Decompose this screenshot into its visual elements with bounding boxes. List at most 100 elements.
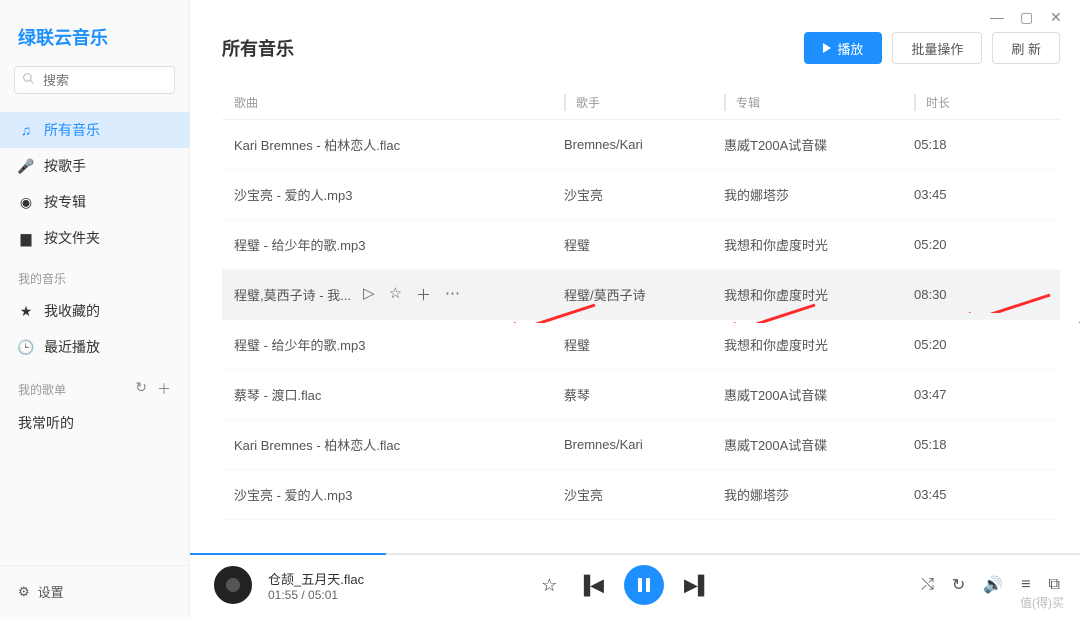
sidebar-item-label: 所有音乐 — [44, 120, 100, 140]
gear-icon: ⚙ — [18, 584, 30, 600]
song-title: Kari Bremnes - 柏林恋人.flac — [234, 135, 400, 154]
next-track-icon[interactable]: ▶▌ — [684, 575, 711, 596]
close-icon[interactable]: ✕ — [1050, 10, 1064, 24]
main-content: 所有音乐 播放 批量操作 刷 新 歌曲 歌手 专辑 时长 Kari Bremne… — [190, 0, 1080, 617]
mini-player-icon[interactable]: ⧉ — [1049, 576, 1060, 594]
section-my-playlist: 我的歌单 ↻ ＋ — [0, 365, 189, 405]
table-row[interactable]: 程璧,莫西子诗 - 我... ▷ ☆ ＋ ⋯ 程璧/莫西子诗 我想和你虚度时光 … — [222, 270, 1060, 320]
more-icon[interactable]: ⋯ — [445, 284, 460, 305]
table-header: 歌曲 歌手 专辑 时长 — [222, 86, 1060, 120]
batch-button[interactable]: 批量操作 — [892, 32, 982, 64]
minimize-icon[interactable]: — — [990, 10, 1004, 24]
table-row[interactable]: Kari Bremnes - 柏林恋人.flac ▷ ☆ ＋ ⋯ Bremnes… — [222, 120, 1060, 170]
song-title: 沙宝亮 - 爱的人.mp3 — [234, 185, 352, 204]
song-title: 程璧 - 给少年的歌.mp3 — [234, 335, 365, 354]
now-playing-title: 仓颉_五月天.flac — [268, 569, 428, 588]
artist-cell: Bremnes/Kari — [564, 137, 724, 152]
volume-icon[interactable]: 🔊 — [983, 575, 1003, 595]
table-row[interactable]: 程璧 - 给少年的歌.mp3 ▷ ☆ ＋ ⋯ 程璧 我想和你虚度时光 05:20 — [222, 320, 1060, 370]
duration-cell: 05:18 — [914, 437, 1024, 452]
album-cell: 我想和你虚度时光 — [724, 335, 914, 354]
play-icon[interactable]: ▷ — [363, 284, 375, 305]
progress-bar[interactable] — [190, 553, 1080, 555]
add-icon[interactable]: ＋ — [416, 284, 431, 305]
prev-track-icon[interactable]: ▐◀ — [577, 575, 604, 596]
settings-button[interactable]: ⚙ 设置 — [0, 565, 189, 617]
duration-cell: 03:45 — [914, 187, 1024, 202]
album-cell: 惠威T200A试音碟 — [724, 135, 914, 154]
refresh-button[interactable]: 刷 新 — [992, 32, 1060, 64]
col-song[interactable]: 歌曲 — [234, 94, 564, 111]
col-album[interactable]: 专辑 — [724, 94, 914, 111]
play-icon — [823, 43, 831, 53]
track-list: Kari Bremnes - 柏林恋人.flac ▷ ☆ ＋ ⋯ Bremnes… — [222, 120, 1060, 617]
page-title: 所有音乐 — [222, 35, 294, 61]
album-cell: 我的娜塔莎 — [724, 485, 914, 504]
shuffle-icon[interactable]: ⤭ — [921, 576, 934, 594]
star-icon: ★ — [18, 303, 34, 319]
artist-cell: 程璧 — [564, 235, 724, 254]
duration-cell: 05:18 — [914, 137, 1024, 152]
favorite-icon[interactable]: ☆ — [389, 284, 402, 305]
artist-cell: Bremnes/Kari — [564, 437, 724, 452]
player-bar: 仓颉_五月天.flac 01:55 / 05:01 ☆ ▐◀ ▶▌ ⤭ ↻ 🔊 … — [190, 553, 1080, 617]
table-row[interactable]: 蔡琴 - 渡口.flac ▷ ☆ ＋ ⋯ 蔡琴 惠威T200A试音碟 03:47 — [222, 370, 1060, 420]
sidebar-item-by-album[interactable]: ◉ 按专辑 — [0, 184, 189, 220]
now-playing-time: 01:55 / 05:01 — [268, 588, 428, 602]
artist-cell: 沙宝亮 — [564, 485, 724, 504]
watermark: 值(得)买 — [1020, 594, 1064, 611]
duration-cell: 08:30 — [914, 287, 1024, 302]
search-input[interactable] — [14, 66, 175, 94]
sidebar-item-label: 最近播放 — [44, 337, 100, 357]
duration-cell: 05:20 — [914, 337, 1024, 352]
sidebar-item-by-artist[interactable]: 🎤 按歌手 — [0, 148, 189, 184]
clock-icon: 🕒 — [18, 339, 34, 355]
col-artist[interactable]: 歌手 — [564, 94, 724, 111]
sidebar-item-label: 我收藏的 — [44, 301, 100, 321]
song-title: 沙宝亮 - 爱的人.mp3 — [234, 485, 352, 504]
duration-cell: 03:47 — [914, 387, 1024, 402]
play-pause-button[interactable] — [624, 565, 664, 605]
artist-cell: 沙宝亮 — [564, 185, 724, 204]
sidebar-item-recent[interactable]: 🕒 最近播放 — [0, 329, 189, 365]
add-playlist-icon[interactable]: ＋ — [157, 379, 171, 399]
section-my-music: 我的音乐 — [0, 256, 189, 293]
table-row[interactable]: Kari Bremnes - 柏林恋人.flac ▷ ☆ ＋ ⋯ Bremnes… — [222, 420, 1060, 470]
album-art[interactable] — [214, 566, 252, 604]
song-title: Kari Bremnes - 柏林恋人.flac — [234, 435, 400, 454]
history-icon[interactable]: ↻ — [952, 575, 965, 595]
mic-icon: 🎤 — [18, 158, 34, 174]
artist-cell: 蔡琴 — [564, 385, 724, 404]
album-cell: 我想和你虚度时光 — [724, 235, 914, 254]
app-logo: 绿联云音乐 — [0, 24, 189, 66]
song-title: 蔡琴 - 渡口.flac — [234, 385, 321, 404]
table-row[interactable]: 程璧 - 给少年的歌.mp3 ▷ ☆ ＋ ⋯ 程璧 我想和你虚度时光 05:20 — [222, 220, 1060, 270]
song-title: 程璧 - 给少年的歌.mp3 — [234, 235, 365, 254]
pause-icon — [638, 578, 650, 592]
table-row[interactable]: 沙宝亮 - 爱的人.mp3 ▷ ☆ ＋ ⋯ 沙宝亮 我的娜塔莎 03:45 — [222, 170, 1060, 220]
disc-icon: ◉ — [18, 194, 34, 210]
search-icon — [22, 72, 35, 88]
sidebar: 绿联云音乐 ♫ 所有音乐 🎤 按歌手 ◉ 按专辑 ▆ 按文件夹 — [0, 0, 190, 617]
favorite-icon[interactable]: ☆ — [541, 575, 557, 596]
col-duration[interactable]: 时长 — [914, 94, 1024, 111]
sidebar-item-by-folder[interactable]: ▆ 按文件夹 — [0, 220, 189, 256]
sidebar-item-favorites[interactable]: ★ 我收藏的 — [0, 293, 189, 329]
sidebar-item-label: 按专辑 — [44, 192, 86, 212]
queue-icon[interactable]: ≡ — [1021, 576, 1030, 594]
album-cell: 我的娜塔莎 — [724, 185, 914, 204]
artist-cell: 程璧 — [564, 335, 724, 354]
duration-cell: 03:45 — [914, 487, 1024, 502]
maximize-icon[interactable]: ▢ — [1020, 10, 1034, 24]
duration-cell: 05:20 — [914, 237, 1024, 252]
sidebar-item-all-music[interactable]: ♫ 所有音乐 — [0, 112, 189, 148]
play-all-button[interactable]: 播放 — [804, 32, 882, 64]
sidebar-item-label: 按歌手 — [44, 156, 86, 176]
album-cell: 惠威T200A试音碟 — [724, 435, 914, 454]
folder-icon: ▆ — [18, 230, 34, 246]
refresh-playlist-icon[interactable]: ↻ — [135, 379, 147, 399]
artist-cell: 程璧/莫西子诗 — [564, 285, 724, 304]
sidebar-item-playlist[interactable]: 我常听的 — [0, 405, 189, 441]
sidebar-item-label: 按文件夹 — [44, 228, 100, 248]
table-row[interactable]: 沙宝亮 - 爱的人.mp3 ▷ ☆ ＋ ⋯ 沙宝亮 我的娜塔莎 03:45 — [222, 470, 1060, 520]
